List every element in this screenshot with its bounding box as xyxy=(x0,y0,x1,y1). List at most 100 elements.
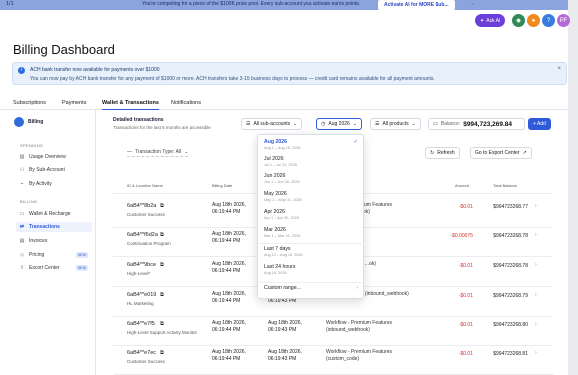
date-option[interactable]: Apr 2026 Apr 1 – Apr 30, 2026 xyxy=(264,209,360,220)
bell-icon[interactable]: ● xyxy=(527,14,540,27)
chevron-down-icon: ⌄ xyxy=(293,121,298,127)
activate-ai-button[interactable]: Activate AI for MORE $ub... xyxy=(378,0,455,10)
tab-payments[interactable]: Payments xyxy=(62,100,86,106)
transaction-category: Workflow - Premium Features (custom_code… xyxy=(326,349,393,362)
refresh-icon: ↻ xyxy=(430,150,435,156)
date-option[interactable]: Jul 2026 Jul 1 – Jul 31, 2026 xyxy=(264,156,360,167)
section-spending: SPENDING xyxy=(20,143,44,148)
help-icon[interactable]: ? xyxy=(542,14,555,27)
megaphone-icon[interactable]: ◆ xyxy=(512,14,525,27)
chevron-right-icon[interactable]: › xyxy=(535,232,537,238)
products-filter[interactable]: ☰ All products ⌄ xyxy=(370,118,421,130)
date-option[interactable]: Aug 2026 Aug 1 – Aug 18, 2026 ✓ xyxy=(264,139,360,150)
col-amount: Amount xyxy=(455,183,469,188)
add-funds-button[interactable]: + Add xyxy=(528,118,551,130)
sidebar-item-by-sub-account[interactable]: ⚇ By Sub-Account xyxy=(16,165,92,175)
sidebar-item-wallet-recharge[interactable]: ▭ Wallet & Recharge xyxy=(16,209,92,219)
date-option[interactable]: Jun 2026 Jun 1 – Jun 30, 2026 xyxy=(264,173,360,184)
location-name: High-Level* xyxy=(127,271,151,276)
location-name: Continuation Program xyxy=(127,241,171,246)
export-icon: ⇧ xyxy=(19,265,25,271)
close-icon[interactable]: × xyxy=(557,66,561,72)
copy-icon[interactable]: ⧉ xyxy=(160,203,164,210)
option-range: Mar 1 – Mar 31, 2026 xyxy=(264,234,301,238)
date-option[interactable]: Mar 2026 Mar 1 – Mar 31, 2026 xyxy=(264,227,360,238)
location-name: Customer Success xyxy=(127,212,165,217)
wallet-icon: ▭ xyxy=(433,121,438,127)
option-label: Last 24 hours xyxy=(264,264,296,270)
sidebar-item-pricing[interactable]: ◇ Pricing NEW xyxy=(16,250,92,260)
table-row[interactable]: 6aB4**e7ec ⧉ Customer Success Aug 18th 2026… xyxy=(113,345,553,375)
account-avatar xyxy=(14,117,24,127)
promo-pager[interactable]: 1/1 xyxy=(6,1,14,7)
copy-icon[interactable]: ⧉ xyxy=(160,350,164,357)
transaction-id[interactable]: 6aB4**f6d2a xyxy=(127,232,158,238)
page-title: Billing Dashboard xyxy=(13,42,115,57)
transactions-icon: ⇄ xyxy=(19,224,25,230)
date-option[interactable]: Custom range... › xyxy=(264,285,360,291)
sidebar-item-escort-center[interactable]: ⇧ Escort Center NEW xyxy=(16,263,92,273)
date-option[interactable]: Last 7 days Aug 12 – Aug 18, 2026 xyxy=(264,246,360,257)
subaccounts-filter[interactable]: ☰ All sub-accounts ⌄ xyxy=(241,118,303,130)
sidebar-item-transactions[interactable]: ⇄ Transactions xyxy=(16,222,92,232)
transaction-id[interactable]: 6aB4**8b2a xyxy=(127,203,156,209)
sidebar-item-invoices[interactable]: ▤ Invoices xyxy=(16,236,92,246)
calendar-icon: ◷ xyxy=(321,121,326,127)
billing-date: Aug 18th 2026, 06:19:44 PM xyxy=(212,231,246,244)
chevron-right-icon[interactable]: › xyxy=(535,321,537,327)
copy-icon[interactable]: ⧉ xyxy=(160,262,164,269)
copy-icon[interactable]: ⧉ xyxy=(160,232,164,239)
chevron-right-icon[interactable]: › xyxy=(535,350,537,356)
date-dropdown-menu: Aug 2026 Aug 1 – Aug 18, 2026 ✓ Jul 2026 Jul… xyxy=(257,134,365,299)
arrow-right-icon[interactable]: → xyxy=(470,1,475,7)
avatar[interactable]: PF xyxy=(557,14,570,27)
option-label: Aug 2026 xyxy=(264,139,288,145)
chevron-down-icon: ⌄ xyxy=(411,121,416,127)
sidebar-item-usage-overview[interactable]: ▥ Usage Overview xyxy=(16,152,92,162)
activity-icon: ⌁ xyxy=(20,181,24,187)
transaction-id[interactable]: 6aB4**e7ec xyxy=(127,350,156,356)
total-balance: $994723268.78 xyxy=(493,263,528,269)
transaction-amount: -$0.01 xyxy=(458,293,473,299)
date-filter[interactable]: ◷ Aug 2026 ⌄ xyxy=(316,118,362,130)
transaction-amount: -$0.00075 xyxy=(450,233,473,239)
tab-notifications[interactable]: Notifications xyxy=(171,100,201,106)
option-range: Aug 18, 2026 xyxy=(264,271,287,275)
col-total: Total Balance xyxy=(493,183,518,188)
total-balance: $994723268.77 xyxy=(493,204,528,210)
chevron-right-icon[interactable]: › xyxy=(535,292,537,298)
total-balance: $994723268.81 xyxy=(493,351,528,357)
billing-date: Aug 18th 2026, 06:19:44 PM xyxy=(212,261,246,274)
date-option[interactable]: May 2026 May 1 – May 31, 2026 xyxy=(264,191,360,202)
transaction-type-filter[interactable]: — Transaction Type: All ⌄ xyxy=(127,149,189,157)
section-billing: BILLING xyxy=(20,199,38,204)
ask-ai-button[interactable]: ✦ Ask AI xyxy=(475,14,506,27)
chevron-right-icon[interactable]: › xyxy=(535,262,537,268)
banner-body: You can now pay by ACH bank transfer for… xyxy=(30,76,435,82)
check-icon: ✓ xyxy=(353,139,358,145)
tab-subscriptions[interactable]: Subscriptions xyxy=(13,100,46,106)
location-name: Customer Success xyxy=(127,359,165,364)
option-range: Apr 1 – Apr 30, 2026 xyxy=(264,216,299,220)
copy-icon[interactable]: ⧉ xyxy=(160,321,164,328)
chevron-right-icon[interactable]: › xyxy=(535,203,537,209)
option-label: Mar 2026 xyxy=(264,227,286,233)
sidebar-item-by-activity[interactable]: ⌁ By Activity xyxy=(16,179,92,189)
activity-date: Aug 18th 2026, 06:19:43 PM xyxy=(268,349,302,362)
transaction-id[interactable]: 6aB4**9bce xyxy=(127,262,156,268)
table-row[interactable]: 6aB4**e7f5 ⧉ High-Level Support Activity M… xyxy=(113,316,553,346)
export-center-button[interactable]: Go to Export Center ↗ xyxy=(470,147,532,159)
date-option[interactable]: Last 24 hours Aug 18, 2026 xyxy=(264,264,360,275)
refresh-button[interactable]: ↻ Refresh xyxy=(425,147,460,159)
transaction-id[interactable]: 6aB4**e7f5 xyxy=(127,321,155,327)
total-balance: $994723268.78 xyxy=(493,233,528,239)
copy-icon[interactable]: ⧉ xyxy=(160,292,164,299)
transaction-id[interactable]: 6aB4**e019 xyxy=(127,292,156,298)
new-badge: NEW xyxy=(75,265,88,271)
tab-wallet-transactions[interactable]: Wallet & Transactions xyxy=(102,100,159,110)
total-balance: $994723268.80 xyxy=(493,322,528,328)
section-subtitle: Transactions for the last 6 months are a… xyxy=(113,125,211,130)
scrollbar[interactable] xyxy=(568,0,578,375)
location-name: High-Level Support Activity Monitor xyxy=(127,330,198,335)
account-switcher[interactable]: Billing xyxy=(14,117,43,127)
